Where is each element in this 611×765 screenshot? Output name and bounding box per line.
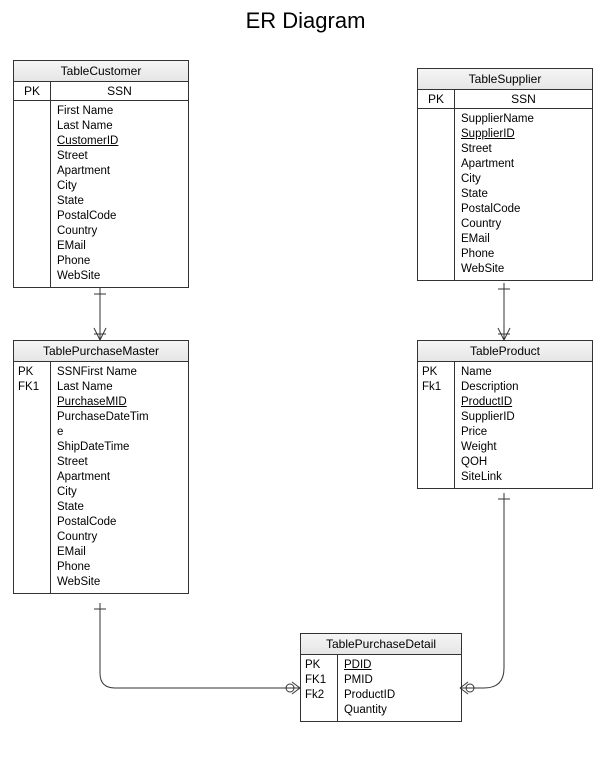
entity-customer-ssn-header: SSN: [51, 82, 188, 101]
entity-purchase-detail-header: TablePurchaseDetail: [301, 634, 461, 655]
entity-product: TableProduct PK Fk1 Name Description Pro…: [417, 340, 593, 489]
entity-purchase-detail-keys: PK FK1 Fk2: [301, 655, 337, 706]
entity-supplier-ssn-header: SSN: [455, 90, 592, 109]
entity-product-fields: Name Description ProductID SupplierID Pr…: [455, 362, 592, 488]
entity-customer: TableCustomer PK SSN First Name Last Nam…: [13, 60, 189, 288]
entity-customer-pk-header: PK: [14, 82, 50, 101]
entity-customer-header: TableCustomer: [14, 61, 188, 82]
entity-supplier-fields: SupplierName SupplierID Street Apartment…: [455, 109, 592, 280]
diagram-title: ER Diagram: [0, 8, 611, 34]
entity-customer-keys: [14, 101, 50, 107]
entity-supplier-keys: [418, 109, 454, 115]
entity-product-header: TableProduct: [418, 341, 592, 362]
entity-product-keys: PK Fk1: [418, 362, 454, 398]
entity-supplier-pk-header: PK: [418, 90, 454, 109]
entity-purchase-detail-fields: PDID PMID ProductID Quantity: [338, 655, 461, 721]
entity-customer-fields: First Name Last Name CustomerID Street A…: [51, 101, 188, 287]
entity-purchase-master: TablePurchaseMaster PK FK1 SSNFirst Name…: [13, 340, 189, 594]
entity-purchase-master-keys: PK FK1: [14, 362, 50, 398]
entity-purchase-master-header: TablePurchaseMaster: [14, 341, 188, 362]
entity-purchase-master-fields: SSNFirst Name Last Name PurchaseMID Purc…: [51, 362, 188, 593]
entity-supplier: TableSupplier PK SSN SupplierName Suppli…: [417, 68, 593, 281]
entity-supplier-header: TableSupplier: [418, 69, 592, 90]
entity-purchase-detail: TablePurchaseDetail PK FK1 Fk2 PDID PMID…: [300, 633, 462, 722]
